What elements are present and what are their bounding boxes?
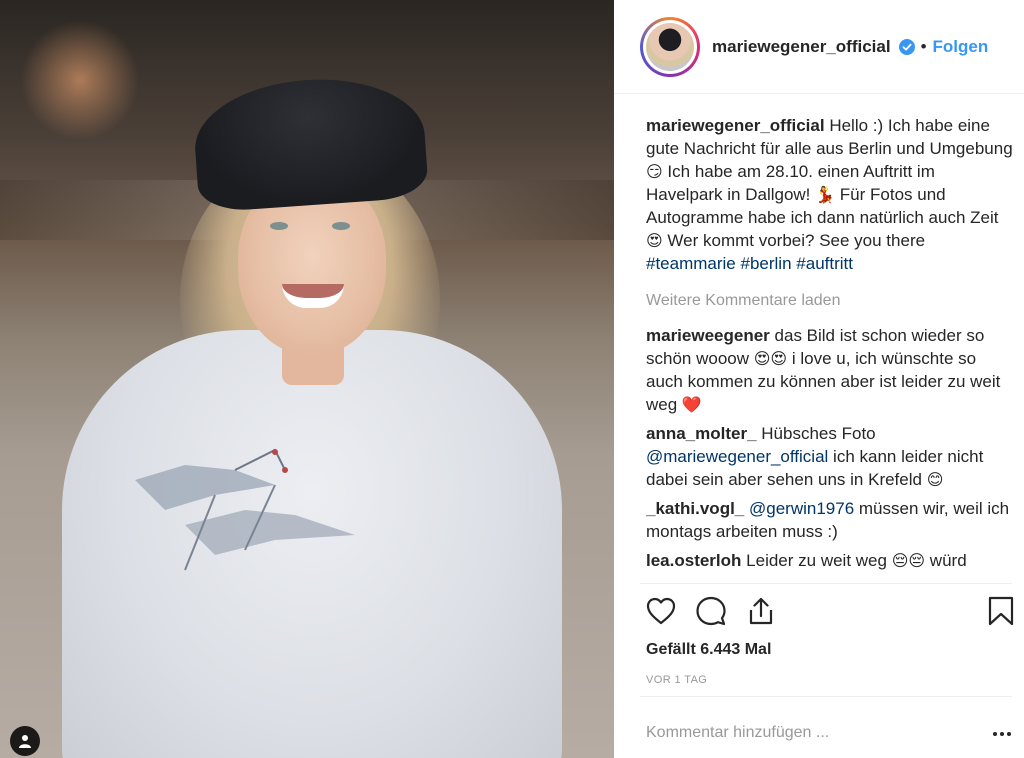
comment-text: würd — [929, 551, 967, 570]
crane-embroidery — [135, 448, 355, 571]
comment-username[interactable]: anna_molter_ — [646, 424, 757, 443]
more-options-icon — [993, 732, 997, 736]
separator-dot: • — [920, 36, 927, 56]
heart-icon — [646, 597, 676, 625]
verified-badge-icon — [898, 38, 915, 55]
user-tags-button[interactable] — [10, 726, 40, 756]
pensive-emoji: 😔😔 — [891, 551, 926, 570]
caption-text: Wer kommt vorbei? See you there — [667, 231, 926, 250]
comment-button[interactable] — [694, 594, 728, 628]
cap — [190, 72, 430, 213]
header-username[interactable]: mariewegener_official — [712, 37, 891, 57]
hashtag-link[interactable]: #teammarie — [646, 254, 736, 273]
comment-text: Hübsches Foto — [761, 424, 876, 443]
right-eye — [332, 222, 350, 230]
red-heart-emoji: ❤️ — [681, 395, 702, 414]
smirk-emoji: 😏 — [646, 162, 663, 181]
caption-username[interactable]: mariewegener_official — [646, 116, 825, 135]
heart-eyes-emoji: 😍😍 — [753, 349, 788, 368]
smiling-emoji: 😊 — [926, 470, 944, 489]
action-bar — [644, 594, 1016, 630]
left-eye — [270, 222, 288, 230]
post-photo[interactable] — [0, 0, 614, 758]
post-header: mariewegener_official • Folgen — [614, 0, 1024, 94]
avatar — [646, 22, 694, 71]
comment-username[interactable]: marieweegener — [646, 326, 770, 345]
comment-item: marieweegener das Bild ist schon wieder … — [646, 324, 1016, 416]
heart-eyes-emoji: 😍 — [646, 231, 663, 250]
comment-item: _kathi.vogl_ @gerwin1976 müssen wir, wei… — [646, 497, 1016, 543]
follow-button[interactable]: Folgen — [933, 37, 989, 57]
divider — [640, 583, 1012, 584]
hashtag-link[interactable]: #auftritt — [796, 254, 853, 273]
load-more-comments[interactable]: Weitere Kommentare laden — [646, 289, 1016, 312]
bookmark-icon — [988, 596, 1014, 626]
user-tag-icon — [19, 735, 31, 748]
comment-username[interactable]: _kathi.vogl_ — [646, 499, 744, 518]
comments-list[interactable]: mariewegener_official Hello :) Ich habe … — [646, 114, 1016, 584]
comment-item: lea.osterloh Leider zu weit weg 😔😔 würd — [646, 549, 1016, 572]
more-options-button[interactable] — [988, 722, 1016, 746]
like-button[interactable] — [644, 594, 678, 628]
mention-link[interactable]: @gerwin1976 — [749, 499, 854, 518]
comment-icon — [696, 596, 726, 626]
mention-link[interactable]: @mariewegener_official — [646, 447, 828, 466]
post-timestamp[interactable]: VOR 1 TAG — [646, 674, 707, 686]
hashtag-link[interactable]: #berlin — [741, 254, 792, 273]
comment-input[interactable] — [646, 718, 976, 748]
save-button[interactable] — [984, 594, 1018, 628]
background-light — [20, 20, 140, 140]
caption: mariewegener_official Hello :) Ich habe … — [646, 114, 1016, 275]
comment-username[interactable]: lea.osterloh — [646, 551, 741, 570]
like-count[interactable]: Gefällt 6.443 Mal — [646, 641, 771, 659]
dancer-emoji: 💃 — [815, 185, 836, 204]
divider — [640, 696, 1012, 697]
avatar-story-ring[interactable] — [640, 16, 700, 77]
post-sidebar: mariewegener_official • Folgen mariewege… — [614, 0, 1024, 758]
comment-text: Leider zu weit weg — [746, 551, 887, 570]
share-button[interactable] — [744, 594, 778, 628]
share-icon — [749, 597, 773, 625]
comment-item: anna_molter_ Hübsches Foto @mariewegener… — [646, 422, 1016, 491]
